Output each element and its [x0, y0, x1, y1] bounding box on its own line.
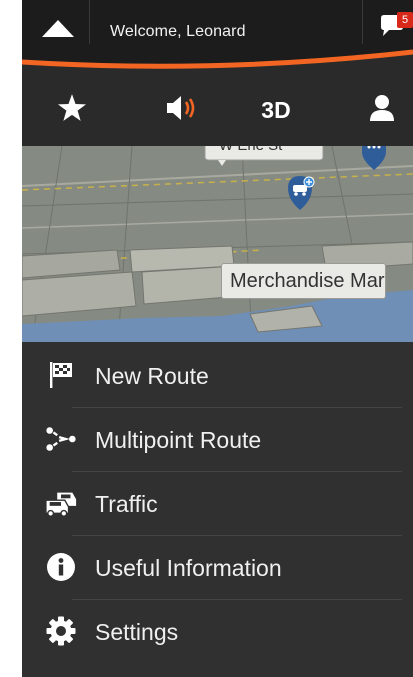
checkered-flag-icon: [44, 358, 78, 392]
menu-item-traffic[interactable]: Traffic: [22, 472, 413, 536]
map-view[interactable]: W Erie St: [22, 146, 413, 342]
place-label[interactable]: Merchandise Mar: [221, 263, 386, 299]
menu-item-label: New Route: [95, 363, 209, 389]
star-icon: [58, 94, 86, 126]
notification-badge: 5: [397, 12, 413, 28]
view-mode-button[interactable]: 3D: [244, 74, 308, 146]
favorites-button[interactable]: [40, 74, 104, 146]
street-label: W Erie St: [219, 146, 319, 156]
user-icon: [369, 94, 395, 127]
app-screen: Welcome, Leonard 5 3D Merchandise Mar Ne…: [22, 0, 413, 677]
menu-item-multipoint-route[interactable]: Multipoint Route: [22, 408, 413, 472]
view-mode-label: 3D: [261, 96, 291, 123]
speaker-icon: [165, 95, 199, 126]
menu-item-label: Multipoint Route: [95, 427, 262, 453]
menu-item-new-route[interactable]: New Route: [22, 344, 413, 408]
info-icon: [44, 550, 78, 584]
multipoint-icon: [44, 422, 78, 456]
gear-icon: [44, 614, 78, 648]
collapse-arrow-icon[interactable]: [42, 19, 74, 44]
quick-toolbar: 3D: [22, 74, 413, 146]
menu-item-label: Useful Information: [95, 555, 282, 581]
map-canvas: [22, 146, 413, 342]
profile-button[interactable]: [352, 74, 412, 146]
header-curve: [22, 44, 413, 74]
main-menu: New Route Multipoint Route Traffic Usefu…: [22, 342, 413, 677]
sound-button[interactable]: [150, 74, 214, 146]
traffic-cars-icon: [44, 486, 78, 520]
menu-item-label: Settings: [95, 619, 179, 645]
menu-item-label: Traffic: [95, 491, 158, 517]
menu-item-useful-information[interactable]: Useful Information: [22, 536, 413, 600]
menu-item-settings[interactable]: Settings: [22, 600, 413, 664]
